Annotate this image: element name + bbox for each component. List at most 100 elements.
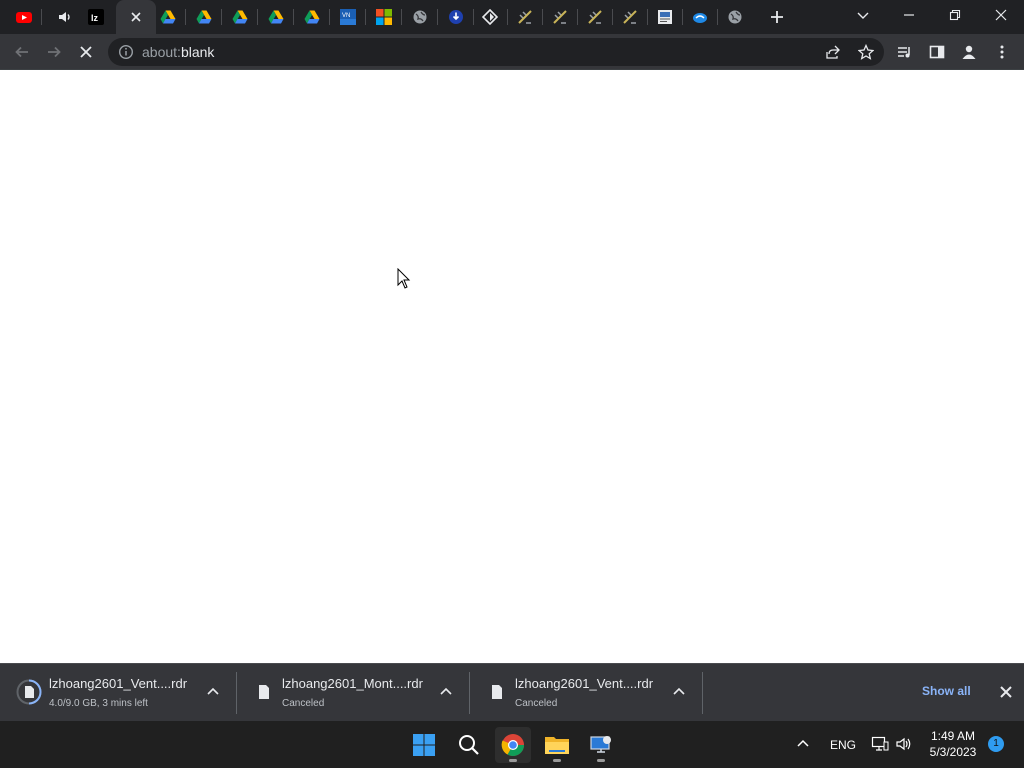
chrome-icon: [501, 734, 524, 756]
microsoft-icon: [376, 9, 392, 25]
start-button[interactable]: [406, 727, 442, 763]
google-drive-icon: [268, 10, 284, 24]
download-progress-icon: [16, 679, 42, 705]
tab-microsoft[interactable]: [366, 0, 402, 34]
system-clock[interactable]: 1:49 AM 5/3/2023: [922, 728, 984, 760]
volume-icon[interactable]: [895, 735, 913, 753]
windows-taskbar: ENG 1:49 AM 5/3/2023 1: [0, 721, 1024, 768]
tab-cloud-site[interactable]: [682, 0, 718, 34]
window-close-button[interactable]: [978, 0, 1024, 30]
mouse-cursor-icon: [397, 268, 411, 289]
tab-drive-2[interactable]: [186, 0, 222, 34]
tab-pen-site-1[interactable]: [507, 0, 543, 34]
download-item-1[interactable]: lzhoang2601_Vent....rdr 4.0/9.0 GB, 3 mi…: [0, 664, 237, 722]
notification-badge[interactable]: 1: [988, 736, 1004, 752]
download-status: Canceled: [282, 698, 325, 709]
download-item-3[interactable]: lzhoang2601_Vent....rdr Canceled: [470, 664, 703, 722]
minimize-icon: [904, 14, 914, 16]
arrow-right-icon: [48, 46, 61, 58]
clock-time: 1:49 AM: [930, 729, 976, 743]
taskbar-file-explorer[interactable]: [539, 727, 575, 763]
blue-cloud-icon: [693, 13, 707, 23]
minimize-button[interactable]: [886, 0, 932, 30]
language-indicator[interactable]: ENG: [830, 738, 856, 752]
tab-drive-3[interactable]: [222, 0, 258, 34]
clock-date: 5/3/2023: [929, 745, 977, 759]
tab-drive-1[interactable]: [150, 0, 186, 34]
google-drive-icon: [196, 10, 212, 24]
profile-icon: [962, 45, 976, 59]
windows-start-icon: [413, 734, 435, 756]
download-filename: lzhoang2601_Vent....rdr: [515, 676, 654, 691]
tab-diamond-site[interactable]: [472, 0, 508, 34]
tab-search-button[interactable]: [840, 0, 886, 30]
plus-icon: [771, 11, 783, 23]
speaker-icon: [59, 12, 70, 22]
stop-icon: [80, 46, 92, 58]
vn-site-icon: VN: [340, 9, 356, 25]
info-icon[interactable]: [118, 44, 134, 60]
back-button[interactable]: [8, 38, 36, 66]
search-button[interactable]: [451, 727, 487, 763]
restore-button[interactable]: [932, 0, 978, 30]
address-bar[interactable]: about:blank: [108, 38, 884, 66]
pen-site-icon: [623, 10, 637, 24]
download-item-2[interactable]: lzhoang2601_Mont....rdr Canceled: [237, 664, 470, 722]
show-all-downloads-link[interactable]: Show all: [922, 684, 971, 698]
download-filename: lzhoang2601_Vent....rdr: [49, 676, 188, 691]
bookmark-star-icon[interactable]: [858, 44, 874, 60]
media-controls-button[interactable]: [891, 38, 919, 66]
tab-globe-1[interactable]: [402, 0, 438, 34]
restore-icon: [949, 9, 961, 21]
pen-site-icon: [588, 10, 602, 24]
url-text[interactable]: about:blank: [142, 44, 214, 60]
svg-text:VN: VN: [342, 13, 350, 19]
close-shelf-icon[interactable]: [996, 682, 1016, 702]
document-site-icon: [658, 10, 672, 24]
file-icon: [259, 685, 269, 699]
download-circle-icon: [449, 10, 463, 24]
download-shelf: lzhoang2601_Vent....rdr 4.0/9.0 GB, 3 mi…: [0, 663, 1024, 721]
diamond-icon: [482, 9, 498, 25]
chevron-up-icon[interactable]: [671, 684, 687, 700]
profile-button[interactable]: [955, 38, 983, 66]
media-queue-icon: [898, 47, 910, 58]
svg-text:lz: lz: [91, 13, 99, 23]
chevron-up-icon[interactable]: [205, 684, 221, 700]
tab-drive-4[interactable]: [258, 0, 294, 34]
share-icon[interactable]: [825, 44, 841, 60]
tab-pen-site-2[interactable]: [542, 0, 578, 34]
tab-document-site[interactable]: [647, 0, 683, 34]
tab-vn-site[interactable]: VN: [330, 0, 366, 34]
remote-desktop-icon: [590, 736, 611, 753]
close-icon[interactable]: [128, 9, 144, 25]
chevron-up-icon[interactable]: [438, 684, 454, 700]
taskbar-chrome[interactable]: [495, 727, 531, 763]
globe-icon: [728, 10, 742, 24]
download-status: 4.0/9.0 GB, 3 mins left: [49, 698, 148, 709]
taskbar-remote-desktop[interactable]: [583, 727, 619, 763]
chevron-down-icon: [857, 12, 869, 19]
tab-pen-site-3[interactable]: [577, 0, 613, 34]
side-panel-button[interactable]: [923, 38, 951, 66]
stop-button[interactable]: [72, 38, 100, 66]
chevron-up-icon[interactable]: [796, 737, 810, 751]
new-tab-button[interactable]: [764, 5, 790, 29]
file-icon: [492, 685, 502, 699]
forward-button[interactable]: [40, 38, 68, 66]
file-explorer-icon: [545, 737, 569, 754]
youtube-icon: [16, 12, 32, 23]
network-icon[interactable]: [871, 735, 889, 753]
page-content[interactable]: [0, 71, 1024, 663]
tab-download-site[interactable]: [438, 0, 474, 34]
menu-button[interactable]: [988, 38, 1016, 66]
tab-pen-site-4[interactable]: [612, 0, 648, 34]
kebab-menu-icon: [1000, 45, 1004, 59]
tab-lz[interactable]: lz: [78, 0, 114, 34]
tab-youtube[interactable]: [6, 0, 42, 34]
tab-drive-5[interactable]: [294, 0, 330, 34]
google-drive-icon: [232, 10, 248, 24]
close-icon: [995, 9, 1007, 21]
tab-globe-2[interactable]: [717, 0, 753, 34]
side-panel-icon: [929, 45, 945, 59]
